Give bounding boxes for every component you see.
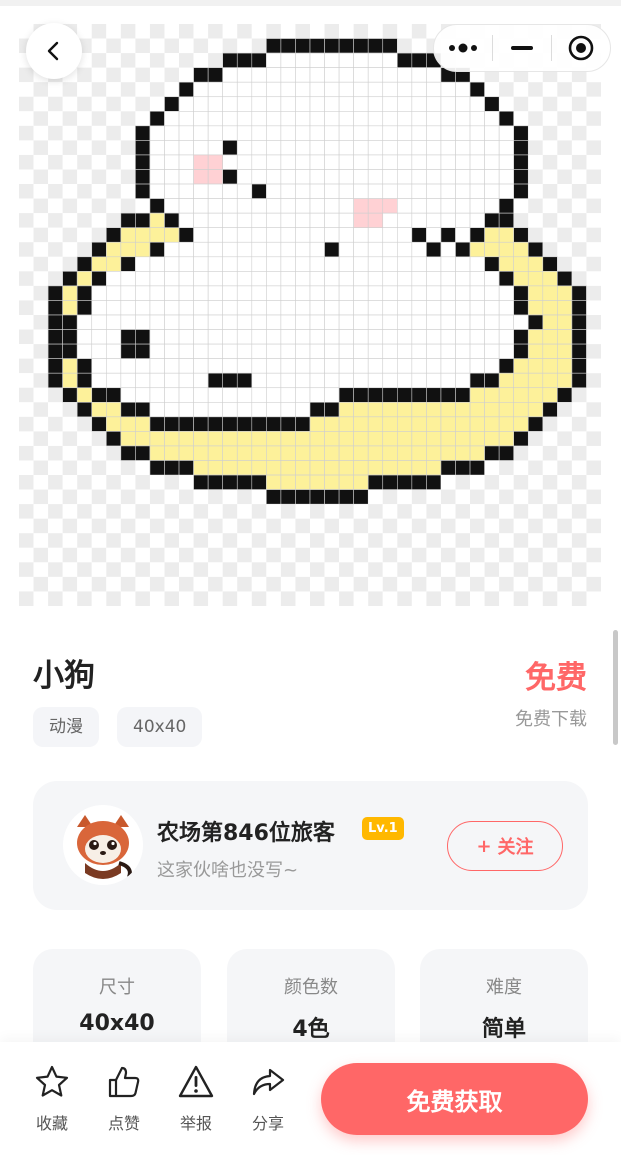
plus-icon: + [476, 835, 492, 857]
share-button[interactable]: 分享 [238, 1062, 298, 1134]
share-icon [252, 1068, 285, 1096]
author-card[interactable]: 农场第846位旅客 Lv.1 这家伙啥也没写~ + 关注 [33, 781, 588, 910]
thumbs-up-icon [108, 1066, 140, 1098]
author-bio: 这家伙啥也没写~ [157, 860, 299, 881]
back-button[interactable] [26, 23, 82, 79]
tag-category[interactable]: 动漫 [33, 707, 99, 747]
like-button[interactable]: 点赞 [94, 1062, 154, 1134]
favorite-label: 收藏 [35, 1114, 68, 1133]
price-label: 免费 [525, 660, 587, 696]
pattern-title: 小狗 [33, 658, 95, 694]
pixel-art-canvas [19, 24, 601, 606]
follow-button[interactable]: + 关注 [447, 821, 563, 871]
chevron-left-icon [47, 41, 59, 61]
warning-icon [178, 1065, 214, 1098]
report-label: 举报 [179, 1114, 212, 1133]
mini-program-capsule [433, 24, 611, 72]
price-subtitle: 免费下载 [515, 709, 587, 730]
author-name[interactable]: 农场第846位旅客 [157, 815, 335, 847]
target-circle-icon [568, 35, 594, 61]
share-label: 分享 [251, 1114, 284, 1133]
like-label: 点赞 [107, 1114, 140, 1133]
red-panda-avatar [63, 805, 143, 885]
avatar[interactable] [63, 805, 143, 885]
close-button[interactable] [552, 25, 610, 71]
stat-label: 颜色数 [284, 977, 338, 998]
scrollbar-thumb[interactable] [613, 630, 618, 745]
pattern-preview[interactable] [19, 24, 601, 606]
follow-label: 关注 [497, 837, 534, 858]
stat-value: 简单 [481, 1017, 526, 1042]
more-button[interactable] [434, 25, 492, 71]
stat-value: 40x40 [79, 1011, 155, 1036]
report-button[interactable]: 举报 [166, 1062, 226, 1134]
level-badge: Lv.1 [362, 817, 404, 840]
tag-size[interactable]: 40x40 [117, 707, 203, 747]
stat-label: 难度 [486, 977, 522, 998]
minimize-icon [511, 46, 533, 50]
bottom-action-bar: 收藏 点赞 举报 分享 免费获取 [0, 1042, 621, 1155]
favorite-button[interactable]: 收藏 [22, 1062, 82, 1134]
status-strip [0, 0, 621, 6]
minimize-button[interactable] [493, 25, 551, 71]
more-dots-icon [449, 43, 477, 53]
stat-value: 4色 [292, 1017, 330, 1042]
stat-label: 尺寸 [99, 977, 135, 998]
star-icon [35, 1065, 69, 1097]
get-free-button[interactable]: 免费获取 [321, 1063, 588, 1135]
